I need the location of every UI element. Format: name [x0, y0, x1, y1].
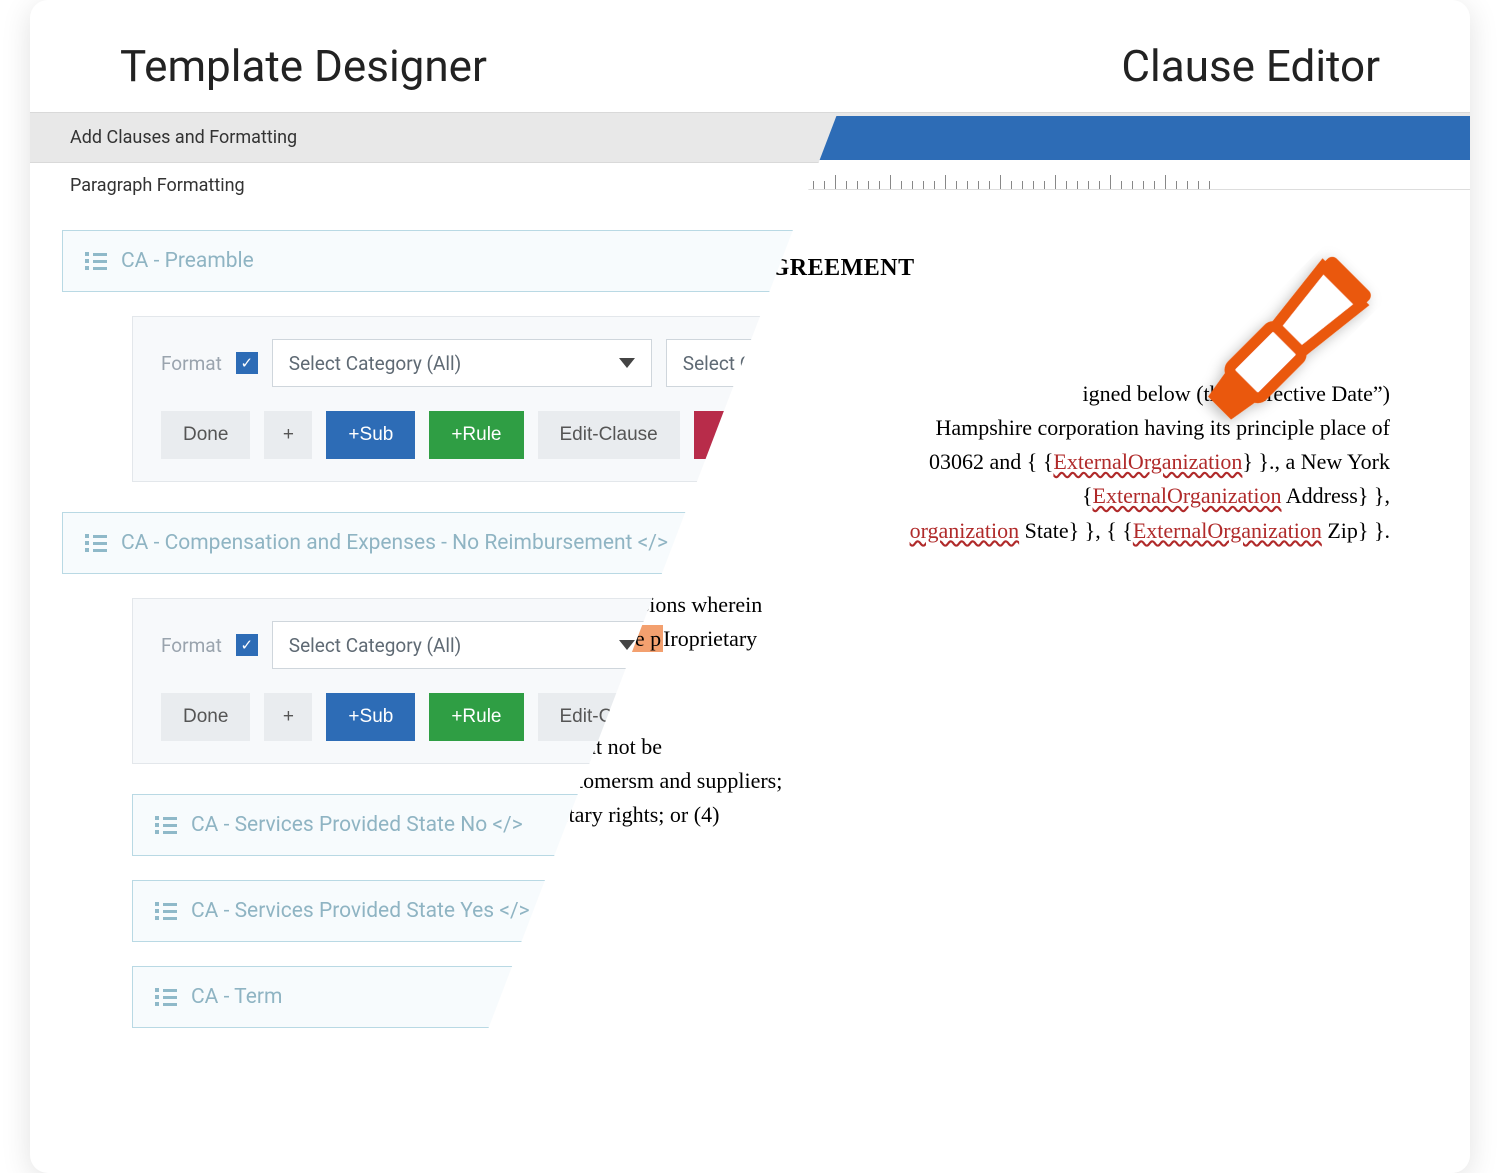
merge-field: organization	[910, 518, 1020, 543]
sub-button[interactable]: +Sub	[326, 411, 415, 459]
merge-field: ExternalOrganization	[1133, 518, 1322, 543]
add-button[interactable]: +	[264, 411, 312, 459]
title-right: Clause Editor	[1121, 40, 1380, 92]
done-button[interactable]: Done	[161, 411, 250, 459]
rule-button[interactable]: +Rule	[429, 411, 523, 459]
list-icon	[85, 534, 107, 552]
chevron-down-icon	[619, 358, 635, 368]
list-icon	[155, 988, 177, 1006]
clause-title: CA - Term	[191, 985, 282, 1009]
format-label: Format	[161, 352, 222, 375]
done-button[interactable]: Done	[161, 693, 250, 741]
clause-title: CA - Services Provided State Yes </>	[191, 899, 530, 923]
list-icon	[85, 252, 107, 270]
format-checkbox[interactable]: ✓	[236, 352, 258, 374]
list-icon	[155, 816, 177, 834]
format-label: Format	[161, 634, 222, 657]
list-icon	[155, 902, 177, 920]
select-category[interactable]: Select Category (All)	[272, 621, 652, 669]
rule-button[interactable]: +Rule	[429, 693, 523, 741]
add-button[interactable]: +	[264, 693, 312, 741]
clause-title: CA - Services Provided State No </>	[191, 813, 523, 837]
sub-button[interactable]: +Sub	[326, 693, 415, 741]
highlighter-icon	[1190, 236, 1410, 496]
clause-title: CA - Compensation and Expenses - No Reim…	[121, 531, 668, 555]
select-category[interactable]: Select Category (All)	[272, 339, 652, 387]
clause-title: CA - Preamble	[121, 249, 254, 273]
edit-clause-button[interactable]: Edit-Clause	[538, 411, 680, 459]
format-checkbox[interactable]: ✓	[236, 634, 258, 656]
chevron-down-icon	[619, 640, 635, 650]
title-left: Template Designer	[120, 40, 487, 92]
